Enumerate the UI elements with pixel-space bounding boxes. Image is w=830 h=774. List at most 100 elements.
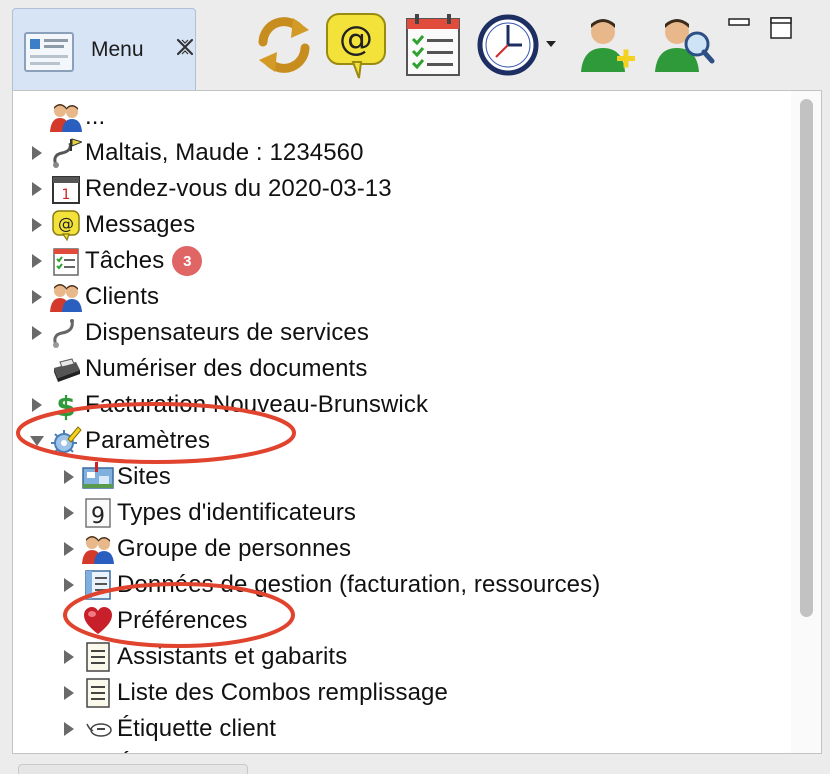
scanner-icon: [49, 352, 83, 386]
tree-item-types-d-identificateurs[interactable]: 9 Types d'identificateurs: [59, 495, 356, 531]
tree-item-label: Types d'identificateurs: [117, 499, 357, 526]
tree-item-label: Paramètres: [85, 427, 211, 454]
tree-item-liste-des-combos-remplissage[interactable]: Liste des Combos remplissage: [59, 675, 448, 711]
minimize-icon[interactable]: [728, 18, 750, 32]
tree-item-label: Facturation Nouveau-Brunswick: [85, 391, 429, 418]
tree-item-label: Messages: [85, 211, 196, 238]
add-client-button[interactable]: [572, 8, 640, 82]
dollar-icon: $: [49, 388, 83, 422]
tree-item-label: Sites: [117, 463, 171, 490]
scrollbar-thumb[interactable]: [800, 99, 813, 617]
data-document-icon: [81, 568, 115, 602]
tree-item-etiquettes[interactable]: Étiquettes: [59, 747, 225, 753]
tree-item-assistants-et-gabarits[interactable]: Assistants et gabarits: [59, 639, 347, 675]
expand-arrow-icon[interactable]: [59, 711, 79, 747]
people-group-icon: [49, 100, 83, 134]
tree-item-label: Dispensateurs de services: [85, 319, 369, 346]
id-number-icon: 9: [81, 496, 115, 530]
tree-item-sites[interactable]: Sites: [59, 459, 171, 495]
tab-menu[interactable]: Menu: [12, 8, 196, 90]
tree-item-label: Groupe de personnes: [117, 535, 352, 562]
svg-text:1: 1: [62, 187, 71, 203]
people-group-icon: [81, 532, 115, 566]
expand-arrow-icon[interactable]: [59, 495, 79, 531]
document-lines-icon: [81, 640, 115, 674]
tree-item-preferences[interactable]: Préférences: [59, 603, 248, 639]
tree-item-maltais-maude-1234560[interactable]: Maltais, Maude : 1234560: [27, 135, 364, 171]
svg-text:$: $: [56, 390, 75, 421]
refresh-button[interactable]: [250, 8, 318, 82]
expand-arrow-icon[interactable]: [27, 243, 47, 279]
tree-item-label: ...: [85, 103, 106, 130]
user-add-icon: [581, 19, 635, 72]
document-lines-icon: [81, 676, 115, 710]
svg-text:@: @: [58, 214, 74, 233]
tree-item-label: Tâches: [85, 247, 165, 274]
menu-card-icon: [23, 29, 79, 77]
people-group-icon: [49, 280, 83, 314]
tree-item-numeriser-des-documents[interactable]: Numériser des documents: [27, 351, 367, 387]
tree-item-label: Étiquette client: [117, 715, 277, 742]
calendar-checklist-icon: [406, 14, 460, 76]
tree-item-label: Maltais, Maude : 1234560: [85, 139, 364, 166]
tree-item-parametres[interactable]: Paramètres: [27, 423, 210, 459]
expand-arrow-icon[interactable]: [59, 747, 79, 753]
tree-item-groupe-de-personnes[interactable]: Groupe de personnes: [59, 531, 351, 567]
sync-arrows-icon: [258, 17, 310, 73]
tree-item-donnees-de-gestion-facturation-ressources[interactable]: Données de gestion (facturation, ressour…: [59, 567, 600, 603]
expand-arrow-icon[interactable]: [27, 135, 47, 171]
tree-item-dispensateurs-de-services[interactable]: Dispensateurs de services: [27, 315, 369, 351]
tree-item-root[interactable]: ...: [27, 99, 105, 135]
svg-text:@: @: [339, 19, 373, 59]
expand-arrow-icon[interactable]: [27, 207, 47, 243]
vertical-scrollbar[interactable]: [791, 91, 821, 753]
at-message-icon: @: [49, 208, 83, 242]
tree-item-label: Clients: [85, 283, 160, 310]
clock-icon: [477, 14, 556, 76]
menu-window: Menu @ ... Maltais, Maude: 1234560 1 Re…: [0, 0, 830, 774]
bottom-tab[interactable]: [18, 764, 248, 774]
expand-arrow-icon[interactable]: [59, 567, 79, 603]
tab-bar: Menu @: [0, 0, 830, 90]
maximize-icon[interactable]: [769, 16, 793, 40]
expand-arrow-icon[interactable]: [27, 315, 47, 351]
tab-label: Menu: [91, 38, 144, 61]
expand-arrow-icon[interactable]: [59, 531, 79, 567]
tree-item-label: Données de gestion (facturation, ressour…: [117, 571, 601, 598]
expand-arrow-icon[interactable]: [59, 459, 79, 495]
tree-item-taches[interactable]: Tâches 3: [27, 243, 203, 279]
close-x-icon[interactable]: [173, 35, 197, 59]
tree-item-clients[interactable]: Clients: [27, 279, 159, 315]
search-client-button[interactable]: [650, 8, 718, 82]
tree-item-label: Rendez-vous du 2020-03-13: [85, 175, 392, 202]
bottom-strip: [0, 754, 830, 774]
calendar-day-icon: 1: [49, 172, 83, 206]
heart-icon: [81, 604, 115, 638]
svg-text:9: 9: [91, 504, 105, 529]
expand-arrow-icon[interactable]: [27, 387, 47, 423]
tree-item-label: Assistants et gabarits: [117, 643, 348, 670]
expand-arrow-icon[interactable]: [59, 675, 79, 711]
tasks-button[interactable]: [399, 8, 467, 82]
collapse-arrow-icon[interactable]: [27, 423, 47, 459]
tree-item-label: Liste des Combos remplissage: [117, 679, 448, 706]
tree-item-rendez-vous-du-2020-03-13[interactable]: 1 Rendez-vous du 2020-03-13: [27, 171, 392, 207]
at-speech-bubble-icon: @: [326, 13, 386, 79]
label-tag-icon: [81, 712, 115, 746]
tree-item-facturation-nouveau-brunswick[interactable]: $ Facturation Nouveau-Brunswick: [27, 387, 428, 423]
tree-item-etiquette-client[interactable]: Étiquette client: [59, 711, 276, 747]
tree-item-messages[interactable]: @ Messages: [27, 207, 195, 243]
clock-dropdown-button[interactable]: [476, 8, 560, 82]
tree-item-label: Numériser des documents: [85, 355, 368, 382]
checklist-icon: [49, 244, 83, 278]
menu-tree-panel: ... Maltais, Maude : 1234560 1 Rendez-vous …: [12, 90, 822, 754]
messages-button[interactable]: @: [322, 8, 390, 82]
settings-pencil-icon: [49, 424, 83, 458]
expand-arrow-icon[interactable]: [59, 639, 79, 675]
expand-arrow-icon[interactable]: [27, 171, 47, 207]
count-badge: 3: [172, 246, 203, 276]
expand-arrow-icon[interactable]: [27, 279, 47, 315]
